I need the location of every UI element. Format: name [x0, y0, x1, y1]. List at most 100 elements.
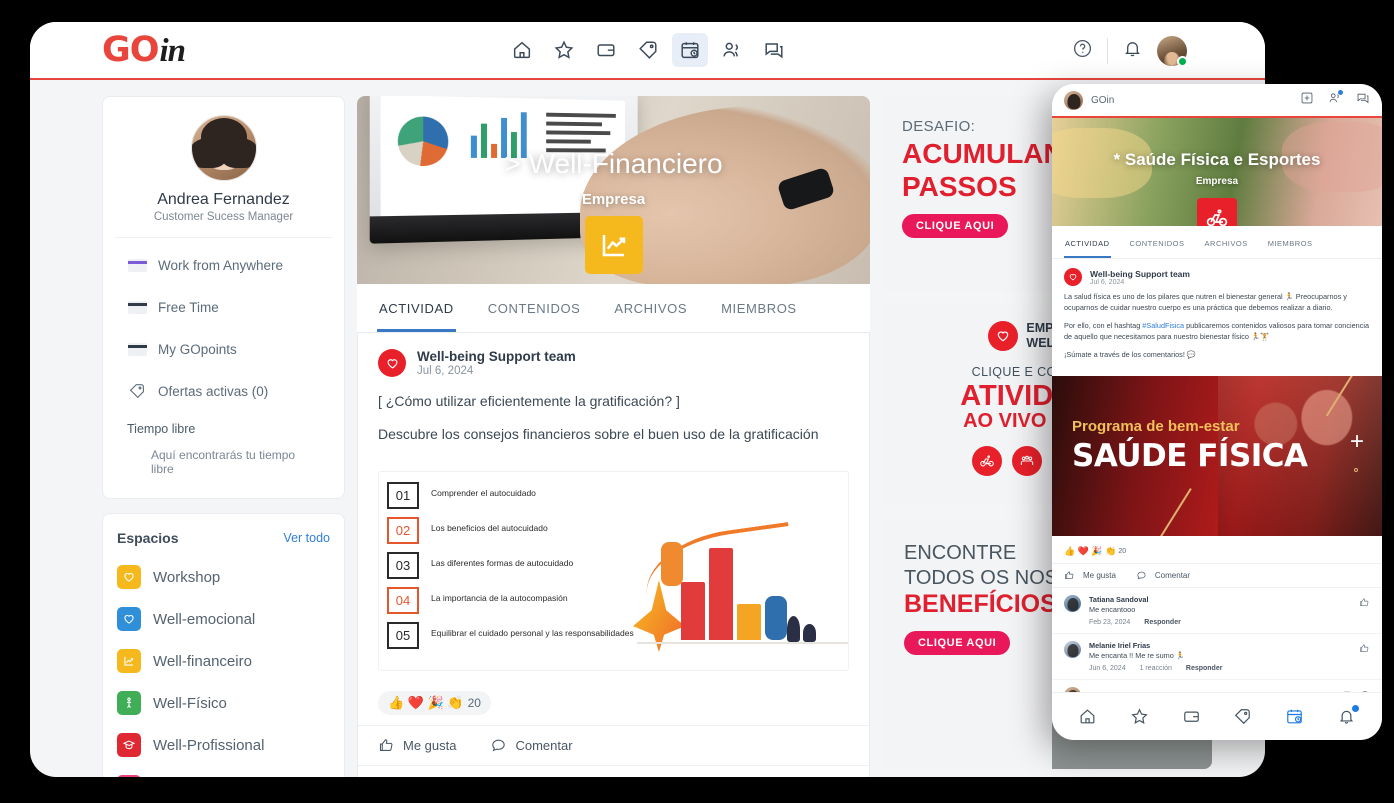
mobile-tab-actividad[interactable]: ACTIVIDAD: [1064, 226, 1111, 258]
space-item-workshop[interactable]: Workshop: [103, 556, 344, 598]
mobile-like-button[interactable]: Me gusta: [1064, 570, 1116, 581]
nav-calendar-clock-icon[interactable]: [671, 33, 708, 67]
comment-button[interactable]: Comentar: [490, 737, 573, 754]
illustration-bar: [708, 548, 733, 640]
space-label: Well-Físico: [153, 694, 227, 712]
infographic-text: Las diferentes formas de autocuidado: [431, 558, 574, 568]
reaction-pill[interactable]: 👍 ❤️ 🎉 👏 20: [1064, 546, 1126, 557]
mobile-nav-calendar-clock-icon[interactable]: [1285, 707, 1304, 726]
screenshot-stage: GO in Andrea Fernandez Customer Sucess M…: [0, 0, 1394, 803]
comment-meta: Feb 23, 2024 Responder: [1089, 619, 1351, 626]
user-avatar[interactable]: [1157, 36, 1188, 67]
sidebar-item-ofertas-activas[interactable]: Ofertas activas (0): [121, 370, 326, 412]
mobile-tab-contenidos[interactable]: CONTENIDOS: [1129, 226, 1186, 258]
comment-reply-link[interactable]: Responder: [1186, 665, 1223, 672]
space-label: Well-financeiro: [153, 652, 252, 670]
infographic-item: 01 Comprender el autocuidado: [387, 482, 637, 509]
mobile-nav-wallet-icon[interactable]: [1182, 707, 1201, 726]
reaction-pill[interactable]: 👍 ❤️ 🎉 👏 20: [378, 691, 491, 715]
mobile-comment-item: Tatiana Sandoval Me encantooo Feb 23, 20…: [1052, 588, 1382, 634]
promo-cta-button[interactable]: CLIQUE AQUI: [904, 630, 1011, 655]
mobile-post-author: Well-being Support team: [1090, 268, 1190, 279]
tag-icon: [127, 381, 147, 401]
space-item-well-social[interactable]: Well-Social: [103, 766, 344, 777]
thumbs-up-icon: [379, 739, 393, 751]
space-item-well-profissional[interactable]: Well-Profissional: [103, 724, 344, 766]
nav-people-icon[interactable]: [714, 33, 750, 67]
app-logo[interactable]: GO in: [102, 29, 186, 70]
reaction-emojis: 👍 ❤️ 🎉 👏: [1064, 545, 1117, 556]
infographic-item: 02 Los beneficios del autocuidado: [387, 517, 637, 544]
mobile-comment-button[interactable]: Comentar: [1136, 570, 1190, 581]
infographic-illustration: [632, 472, 848, 670]
space-label: Well-Profissional: [153, 736, 265, 754]
online-status-dot: [1177, 56, 1188, 67]
spaces-see-all-link[interactable]: Ver todo: [283, 531, 330, 545]
tab-miembros[interactable]: MIEMBROS: [719, 284, 799, 332]
bike-icon: [1197, 198, 1237, 226]
comment-like-icon[interactable]: [1359, 595, 1370, 626]
mobile-bottom-navigation: [1052, 692, 1382, 740]
mobile-user-avatar[interactable]: [1064, 90, 1083, 110]
mobile-nav-bell-icon[interactable]: [1337, 705, 1359, 726]
infographic-text: Comprender el autocuidado: [431, 488, 536, 498]
space-item-well-emocional[interactable]: Well-emocional: [103, 598, 344, 640]
sidebar-item-my-gopoints[interactable]: My GOpoints: [121, 328, 326, 370]
tab-contenidos[interactable]: CONTENIDOS: [486, 284, 583, 332]
mobile-post-paragraph-1: La salud física es uno de los pilares qu…: [1064, 292, 1347, 312]
nav-wallet-icon[interactable]: [588, 33, 624, 67]
mobile-space-hero: * Saúde Física e Esportes Empresa: [1052, 118, 1382, 226]
mobile-post-body: La salud física es uno de los pilares qu…: [1052, 290, 1382, 376]
tab-actividad[interactable]: ACTIVIDAD: [377, 284, 456, 332]
tab-archivos[interactable]: ARCHIVOS: [612, 284, 689, 332]
mobile-nav-star-icon[interactable]: [1130, 707, 1149, 726]
mobile-post-banner-image[interactable]: + Programa de bem-estar SAÚDE FÍSICA: [1052, 375, 1382, 536]
mobile-post-actions: Me gusta Comentar: [1052, 562, 1382, 588]
nav-chat-icon[interactable]: [756, 33, 792, 67]
comment-reaction-count: 1 reacción: [1139, 664, 1172, 672]
promo-cta-button[interactable]: CLIQUE AQUI: [902, 213, 1009, 238]
header-actions: [1072, 22, 1188, 80]
comment-date: Jun 6, 2024: [1089, 664, 1126, 672]
comment-meta: Jun 6, 2024 1 reacción Responder: [1089, 665, 1351, 672]
logo-go: GO: [102, 29, 159, 70]
spaces-card: Espacios Ver todo Workshop Well-emociona…: [102, 513, 345, 777]
infographic-number: 05: [387, 622, 419, 649]
header-divider: [1107, 38, 1108, 64]
post-header: Well-being Support team Jul 6, 2024: [358, 333, 869, 385]
help-icon[interactable]: [1072, 38, 1093, 64]
banner-title: SAÚDE FÍSICA: [1072, 437, 1308, 474]
space-item-well-fisico[interactable]: Well-Físico: [103, 682, 344, 724]
spaces-header: Espacios Ver todo: [103, 514, 344, 556]
mobile-people-icon[interactable]: [1328, 89, 1343, 110]
heart-icon: [1064, 268, 1082, 286]
nav-home-icon[interactable]: [504, 33, 540, 67]
mobile-nav-home-icon[interactable]: [1078, 707, 1097, 726]
mobile-chat-icon[interactable]: [1356, 91, 1370, 110]
profile-avatar: [190, 115, 257, 181]
infographic-number: 04: [387, 587, 419, 614]
comment-button-label: Comentar: [515, 738, 573, 753]
card-icon: [127, 339, 147, 359]
illustration-bar: [736, 604, 761, 640]
heart-icon: [117, 607, 141, 631]
nav-star-icon[interactable]: [546, 33, 582, 67]
like-button[interactable]: Me gusta: [378, 737, 456, 754]
space-item-well-financeiro[interactable]: Well-financeiro: [103, 640, 344, 682]
bell-icon[interactable]: [1122, 38, 1143, 64]
hashtag-link[interactable]: #SaludFisica: [1142, 321, 1184, 330]
comment-reply-link[interactable]: Responder: [1144, 619, 1181, 626]
comment-like-icon[interactable]: [1359, 641, 1370, 672]
sidebar-item-free-time[interactable]: Free Time: [121, 286, 326, 328]
comment-content: Melanie Iriel Frias Me encanta !! Me re …: [1089, 641, 1351, 672]
sidebar: Andrea Fernandez Customer Sucess Manager…: [102, 96, 345, 777]
sidebar-item-work-from-anywhere[interactable]: Work from Anywhere: [121, 244, 326, 286]
infographic-item: 05 Equilibrar el cuidado personal y las …: [387, 622, 637, 649]
mobile-comment-item: Melanie Iriel Frias Me encanta !! Me re …: [1052, 634, 1382, 680]
mobile-tab-miembros[interactable]: MIEMBROS: [1267, 226, 1314, 258]
post-infographic-image[interactable]: 01 Comprender el autocuidado 02 Los bene…: [378, 471, 849, 671]
mobile-tab-archivos[interactable]: ARCHIVOS: [1204, 226, 1249, 258]
mobile-nav-tag-icon[interactable]: [1233, 707, 1252, 726]
add-icon[interactable]: [1300, 91, 1314, 110]
nav-tag-icon[interactable]: [630, 33, 666, 67]
